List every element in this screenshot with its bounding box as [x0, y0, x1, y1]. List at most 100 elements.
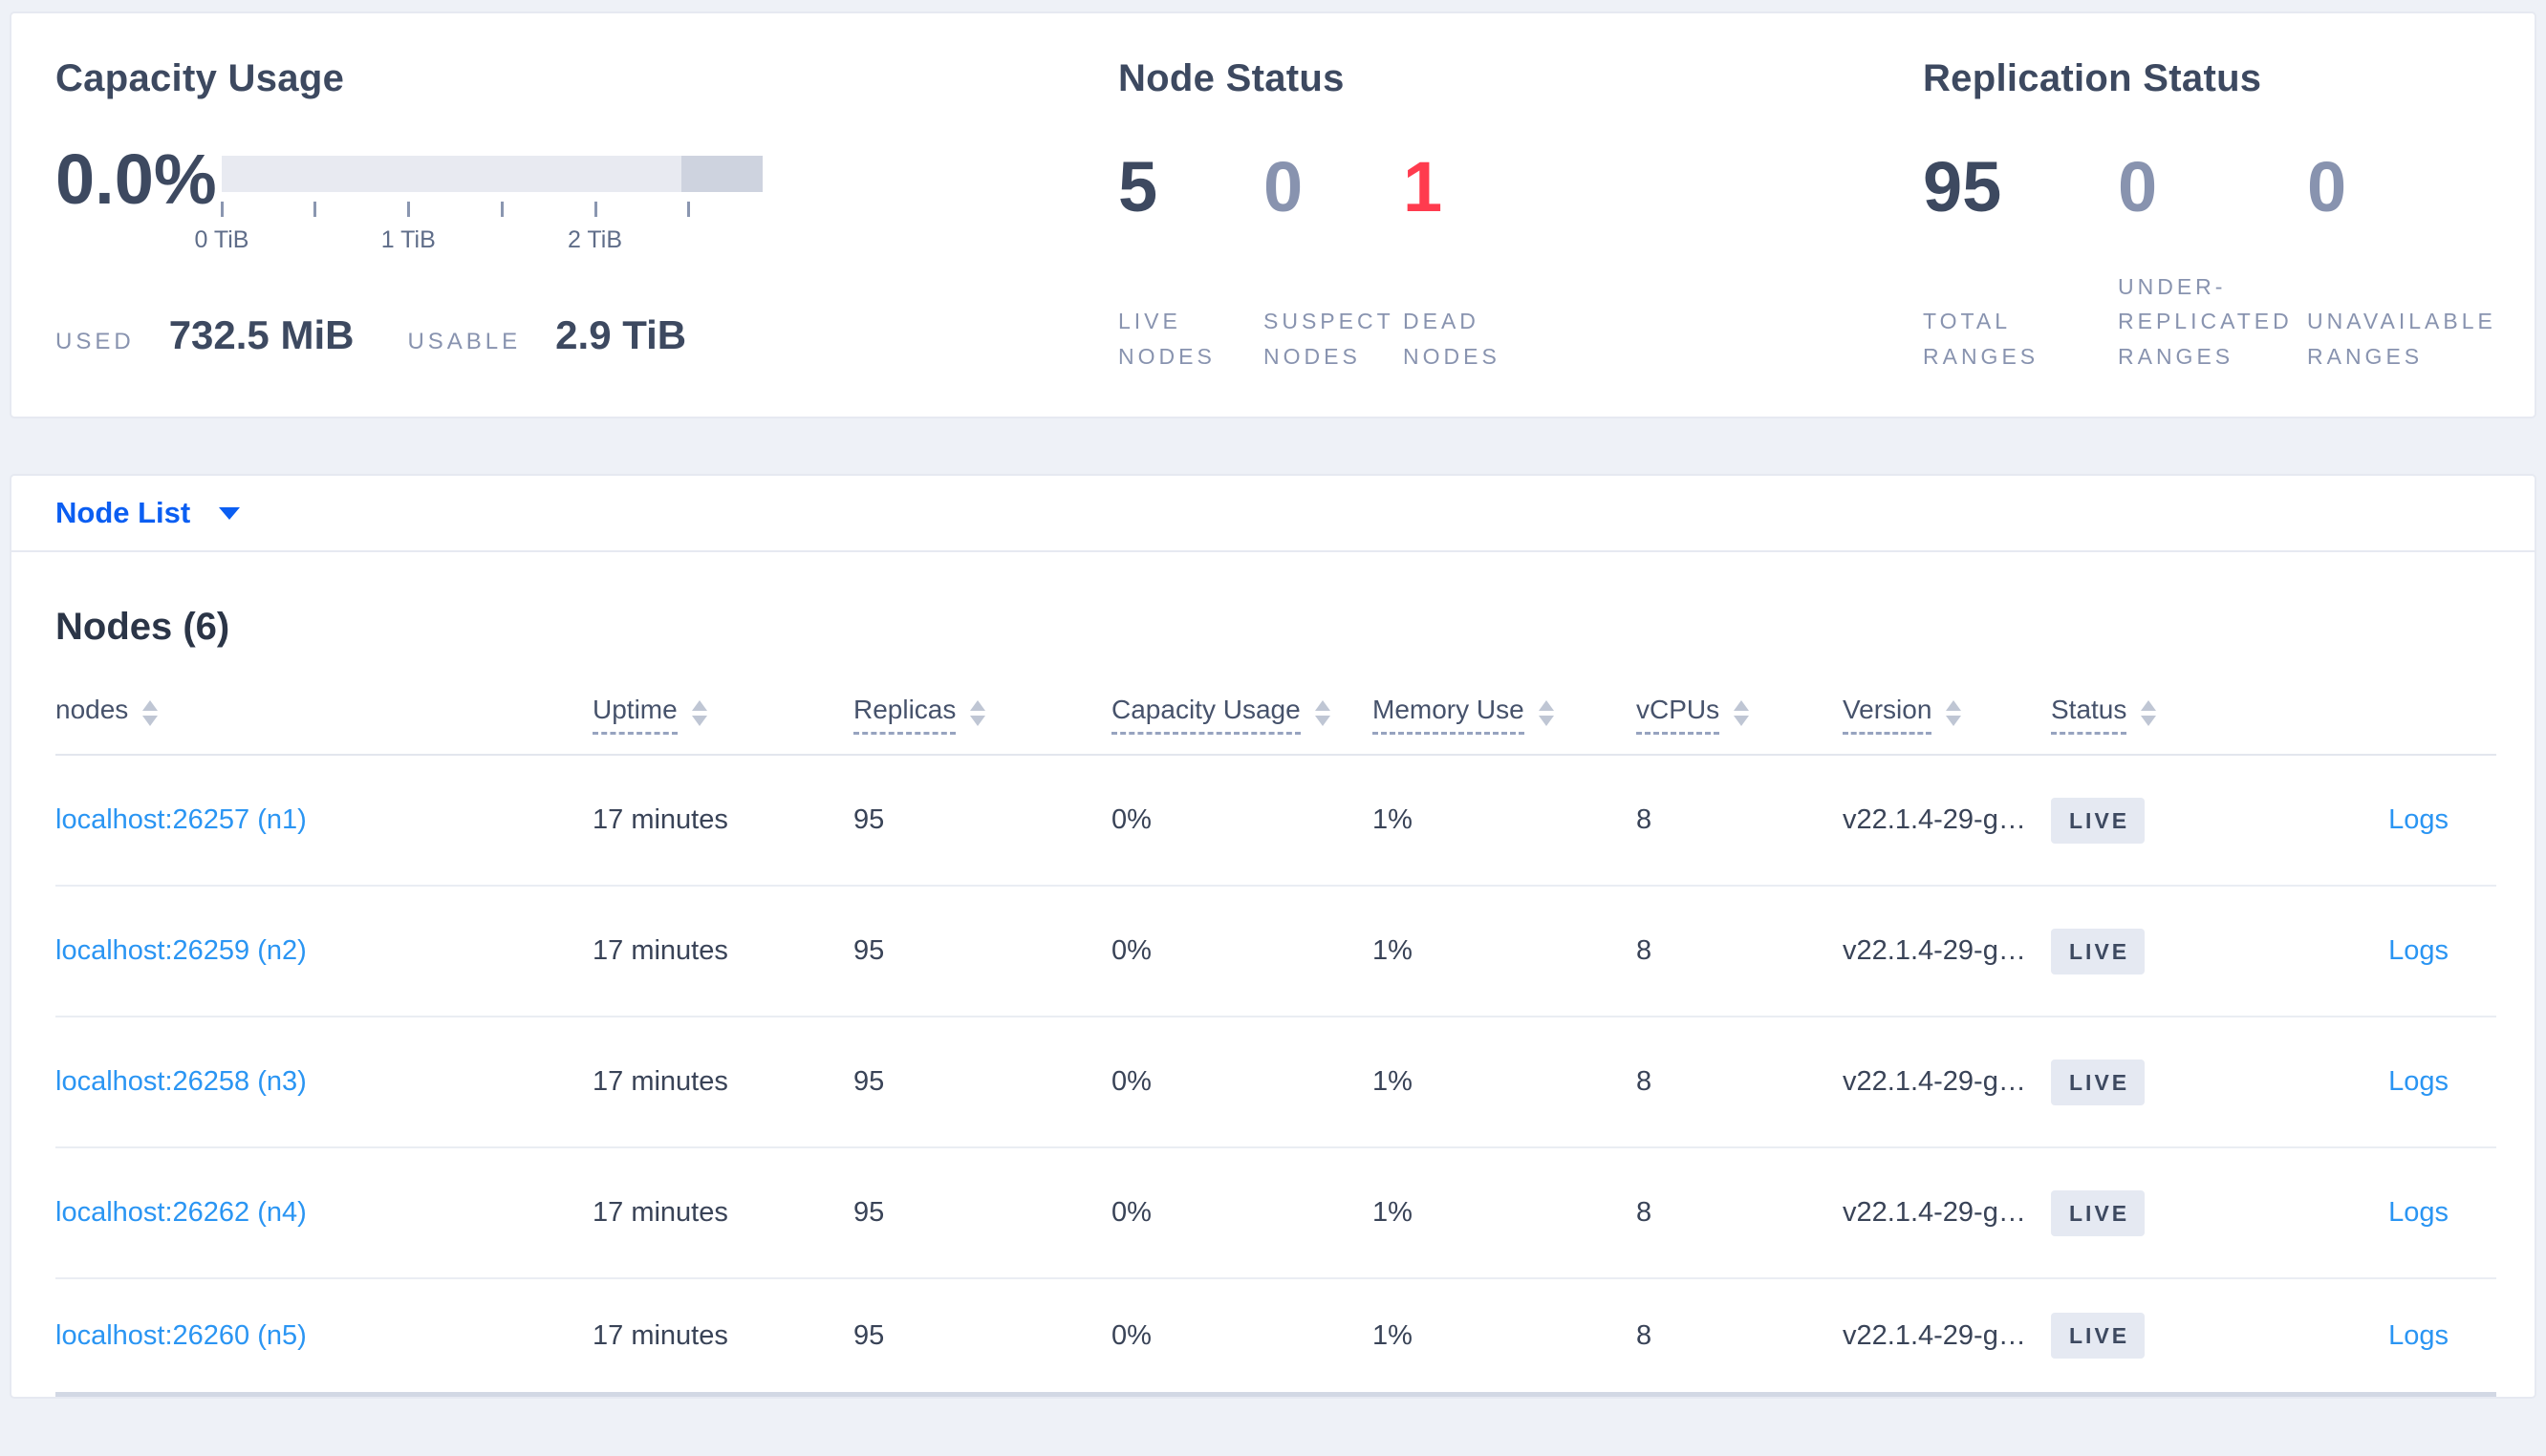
node-link[interactable]: localhost:26262 (n4) — [55, 1197, 307, 1228]
capacity-usage-cell: 0% — [1111, 1197, 1152, 1228]
axis-tick — [221, 202, 224, 217]
logs-cell: Logs — [2242, 1320, 2496, 1352]
unavailable-ranges-stat: 0 UNAVAILABLE RANGES — [2307, 152, 2496, 374]
under-replicated-ranges-label: UNDER- REPLICATED RANGES — [2118, 274, 2293, 369]
status-cell: LIVE — [2051, 1189, 2242, 1236]
replication-status-title: Replication Status — [1923, 57, 2262, 99]
capacity-usage-panel: Capacity Usage 0.0% 0 TiB 1 TiB 2 TiB USED… — [55, 57, 1118, 417]
logs-link[interactable]: Logs — [2388, 1320, 2449, 1351]
vcpus-cell: 8 — [1636, 804, 1652, 835]
suspect-nodes-label: SUSPECT NODES — [1263, 309, 1394, 369]
axis-tick — [313, 202, 317, 217]
capacity-meter: 0.0% 0 TiB 1 TiB 2 TiB — [55, 144, 763, 261]
capacity-bar-area: 0 TiB 1 TiB 2 TiB — [195, 156, 763, 261]
capacity-usage-cell: 0% — [1111, 804, 1152, 835]
axis-tick — [500, 202, 504, 217]
status-cell: LIVE — [2051, 1059, 2242, 1105]
column-header-memory-use[interactable]: Memory Use — [1372, 695, 1636, 735]
cluster-overview-page: Capacity Usage 0.0% 0 TiB 1 TiB 2 TiB USED… — [0, 11, 2546, 1456]
node-link[interactable]: localhost:26258 (n3) — [55, 1066, 307, 1097]
node-cell: localhost:26258 (n3) — [55, 1066, 593, 1098]
replication-status-panel: Replication Status 95 TOTAL RANGES 0 UND… — [1923, 57, 2496, 417]
sort-icon[interactable] — [1314, 699, 1330, 726]
uptime-cell: 17 minutes — [593, 1319, 728, 1351]
replicas-cell: 95 — [853, 1066, 885, 1097]
capacity-bar-segment-light — [222, 156, 682, 192]
column-header-replicas[interactable]: Replicas — [853, 695, 1111, 735]
node-link[interactable]: localhost:26257 (n1) — [55, 804, 307, 835]
chevron-down-icon[interactable] — [219, 506, 241, 520]
version-cell: v22.1.4-29-g… — [1843, 1066, 2026, 1097]
node-link[interactable]: localhost:26260 (n5) — [55, 1320, 307, 1351]
logs-link[interactable]: Logs — [2388, 1066, 2449, 1097]
uptime-cell: 17 minutes — [593, 804, 728, 835]
capacity-stats-row: USED 732.5 MiB USABLE 2.9 TiB — [55, 312, 1118, 358]
status-cell: LIVE — [2051, 1313, 2242, 1359]
total-ranges-label: TOTAL RANGES — [1923, 309, 2039, 369]
memory-use-cell: 1% — [1372, 1066, 1413, 1097]
column-header-vcpus[interactable]: vCPUs — [1636, 695, 1843, 735]
axis-tick-label: 1 TiB — [380, 226, 436, 253]
node-cell: localhost:26257 (n1) — [55, 804, 593, 836]
capacity-bar-segment-dark — [681, 156, 763, 192]
axis-tick — [593, 202, 597, 217]
sort-icon[interactable] — [1946, 699, 1962, 726]
dead-nodes-stat: 1 DEAD NODES — [1403, 152, 1500, 374]
vcpus-cell: 8 — [1636, 1197, 1652, 1228]
live-nodes-label: LIVE NODES — [1118, 309, 1216, 369]
status-badge: LIVE — [2051, 1059, 2146, 1105]
under-replicated-ranges-stat: 0 UNDER- REPLICATED RANGES — [2118, 152, 2307, 374]
sort-icon[interactable] — [2141, 699, 2157, 726]
sort-icon[interactable] — [1734, 699, 1750, 726]
column-header-version[interactable]: Version — [1843, 695, 2051, 735]
table-row: localhost:26258 (n3) 17 minutes 95 0% 1%… — [55, 1017, 2496, 1148]
capacity-axis: 0 TiB 1 TiB 2 TiB — [195, 192, 763, 261]
dead-nodes-label: DEAD NODES — [1403, 309, 1500, 369]
table-row: localhost:26259 (n2) 17 minutes 95 0% 1%… — [55, 887, 2496, 1017]
column-header-uptime[interactable]: Uptime — [593, 695, 853, 735]
dead-nodes-count: 1 — [1403, 147, 1443, 226]
uptime-cell: 17 minutes — [593, 1197, 728, 1228]
version-cell: v22.1.4-29-g… — [1843, 804, 2026, 835]
node-list-dropdown[interactable]: Node List — [55, 496, 190, 530]
column-header-status[interactable]: Status — [2051, 695, 2242, 735]
capacity-usage-cell: 0% — [1111, 1066, 1152, 1097]
logs-cell: Logs — [2242, 804, 2496, 836]
status-cell: LIVE — [2051, 928, 2242, 974]
capacity-percent-value: 0.0% — [55, 139, 217, 219]
capacity-usage-cell: 0% — [1111, 1319, 1152, 1351]
axis-tick — [407, 202, 411, 217]
column-header-nodes[interactable]: nodes — [55, 695, 593, 735]
nodes-table-title: Nodes (6) — [55, 606, 230, 648]
memory-use-cell: 1% — [1372, 1197, 1413, 1228]
view-selector-bar: Node List — [10, 474, 2536, 552]
logs-cell: Logs — [2242, 1197, 2496, 1229]
sort-icon[interactable] — [970, 699, 986, 726]
used-value: 732.5 MiB — [168, 312, 355, 357]
replicas-cell: 95 — [853, 935, 885, 966]
node-status-stats: 5 LIVE NODES 0 SUSPECT NODES 1 DEAD NODE… — [1118, 152, 1923, 374]
node-status-panel: Node Status 5 LIVE NODES 0 SUSPECT NODES — [1118, 57, 1923, 417]
live-nodes-stat: 5 LIVE NODES — [1118, 152, 1263, 374]
sort-icon[interactable] — [691, 699, 707, 726]
usable-value: 2.9 TiB — [555, 312, 687, 357]
version-cell: v22.1.4-29-g… — [1843, 1319, 2026, 1351]
logs-link[interactable]: Logs — [2388, 935, 2449, 966]
logs-link[interactable]: Logs — [2388, 1197, 2449, 1228]
logs-cell: Logs — [2242, 935, 2496, 967]
capacity-usage-cell: 0% — [1111, 935, 1152, 966]
axis-tick — [686, 202, 690, 217]
axis-tick-label: 2 TiB — [568, 226, 623, 253]
replicas-cell: 95 — [853, 1197, 885, 1228]
unavailable-ranges-label: UNAVAILABLE RANGES — [2307, 309, 2496, 369]
version-cell: v22.1.4-29-g… — [1843, 935, 2026, 966]
column-header-capacity-usage[interactable]: Capacity Usage — [1111, 695, 1372, 735]
status-badge: LIVE — [2051, 797, 2146, 844]
sort-icon[interactable] — [142, 699, 159, 726]
node-link[interactable]: localhost:26259 (n2) — [55, 935, 307, 966]
uptime-cell: 17 minutes — [593, 935, 728, 966]
under-replicated-ranges-count: 0 — [2118, 147, 2158, 226]
sort-icon[interactable] — [1538, 699, 1554, 726]
status-badge: LIVE — [2051, 1313, 2146, 1359]
logs-link[interactable]: Logs — [2388, 804, 2449, 835]
